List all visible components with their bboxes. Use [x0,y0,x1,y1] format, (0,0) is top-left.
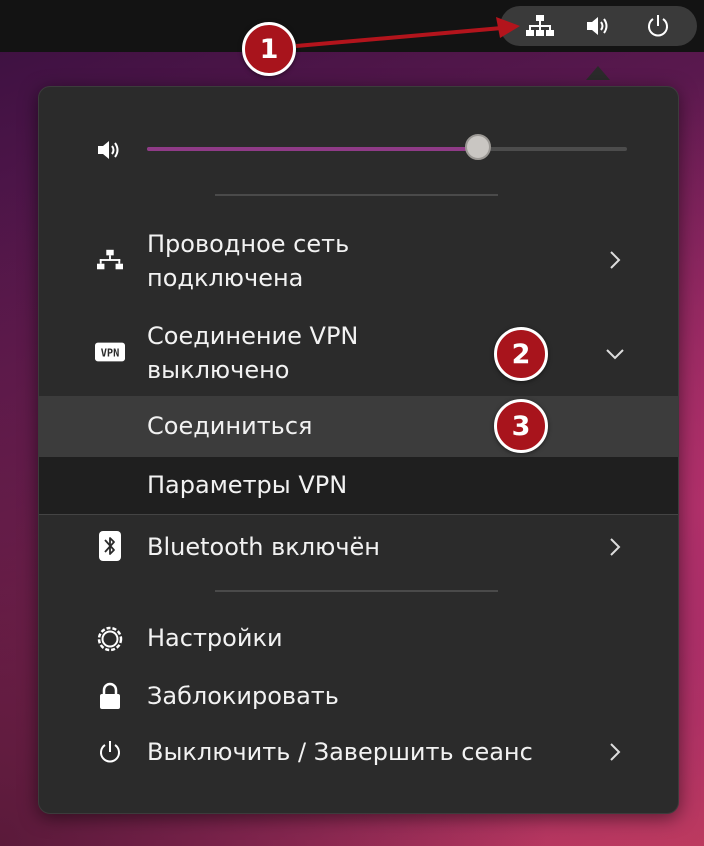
annotation-badge-1: 1 [242,22,296,76]
annotation-arrow [295,17,520,48]
menu-item-bluetooth[interactable]: Bluetooth включён [39,523,678,573]
menu-item-label: подключена [147,264,304,292]
system-menu: Проводное сеть подключена VPN Соединение… [38,86,679,814]
submenu-item-connect[interactable]: Соединиться [39,396,678,457]
menu-item-label: Bluetooth включён [147,533,380,561]
submenu-item-vpn-settings[interactable]: Параметры VPN [39,457,678,515]
volume-slider[interactable] [147,134,627,160]
annotation-badge-2: 2 [494,327,548,381]
volume-icon [95,135,125,165]
menu-item-label: выключено [147,356,290,384]
network-wired-icon [95,245,125,275]
menu-item-wired-network[interactable]: Проводное сеть подключена [39,225,678,297]
volume-slider-knob[interactable] [465,134,492,160]
menu-item-label: Настройки [147,624,283,652]
chevron-down-icon [604,343,626,365]
menu-item-label: Соединиться [147,412,313,440]
menu-item-label: Заблокировать [147,682,339,710]
bluetooth-icon [95,531,125,561]
separator [215,590,498,592]
volume-slider-fill [147,147,479,151]
menu-item-label: Параметры VPN [147,471,348,499]
menu-item-label: Выключить / Завершить сеанс [147,738,533,766]
lock-icon [95,681,125,711]
menu-item-label: Проводное сеть [147,230,350,258]
menu-item-settings[interactable]: Настройки [39,614,678,664]
menu-item-vpn[interactable]: VPN Соединение VPN выключено [39,317,678,389]
menu-item-power-off[interactable]: Выключить / Завершить сеанс [39,728,678,778]
vpn-icon: VPN [95,337,125,367]
annotation-badge-3: 3 [494,399,548,453]
chevron-right-icon [604,249,626,271]
separator [215,194,498,196]
chevron-right-icon [604,741,626,763]
power-icon [95,737,125,767]
svg-text:VPN: VPN [101,348,120,360]
settings-gear-icon [95,624,125,654]
chevron-right-icon [604,536,626,558]
menu-item-lock[interactable]: Заблокировать [39,672,678,722]
menu-item-label: Соединение VPN [147,322,359,350]
volume-row [39,117,678,183]
